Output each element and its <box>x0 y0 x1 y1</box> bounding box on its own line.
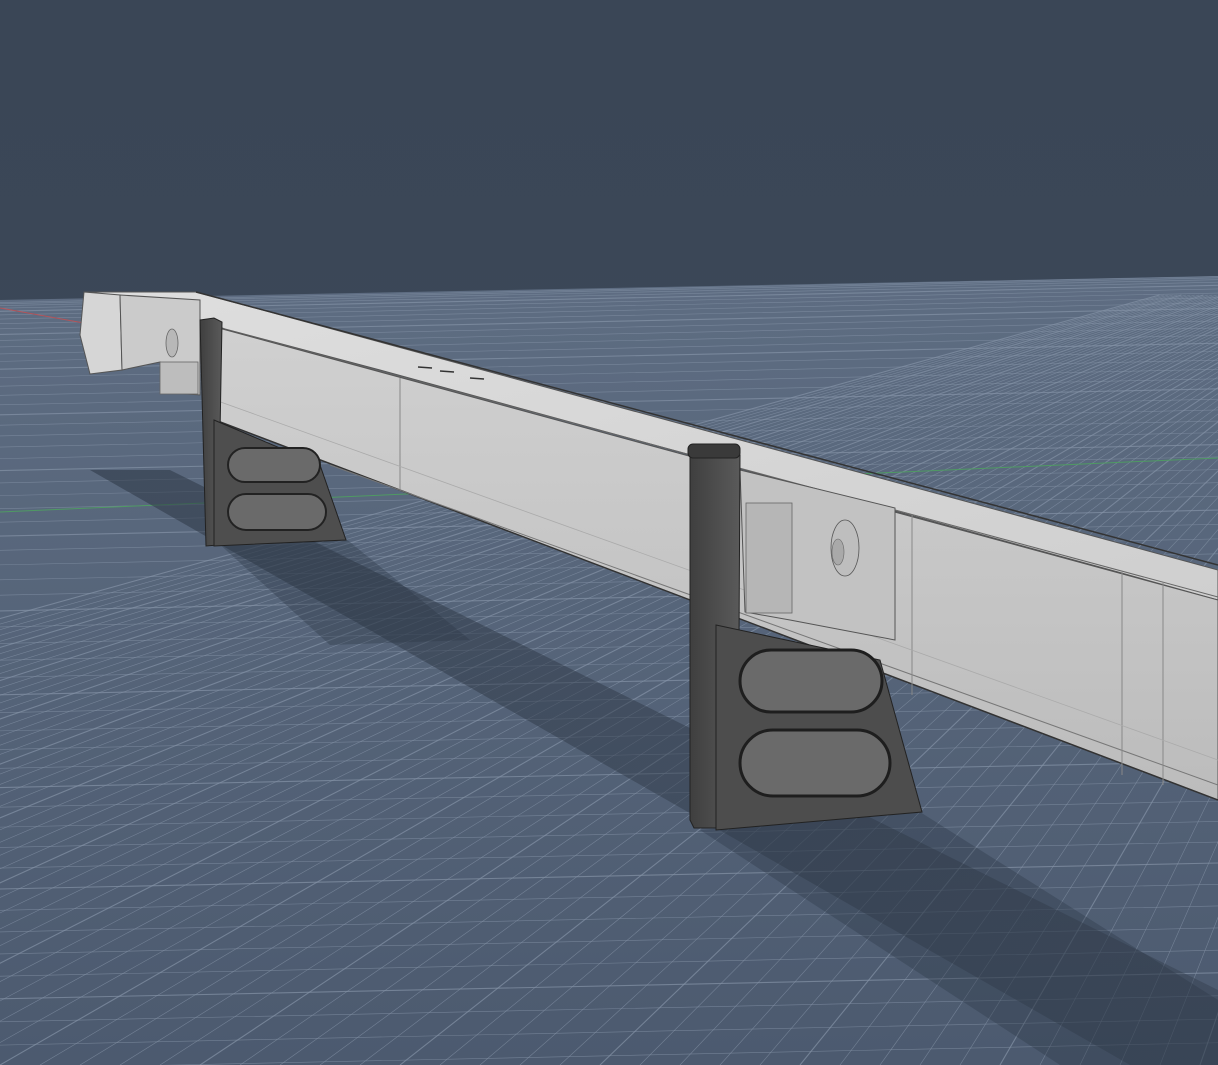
mount-screw-hole-inner <box>831 538 845 566</box>
end-screw-hole <box>165 328 179 358</box>
bracket-2-slot-upper <box>738 648 884 714</box>
rail-recess-pocket <box>745 502 793 614</box>
bracket-1-slot-upper <box>227 447 321 483</box>
bracket-2-post-cap <box>687 443 741 459</box>
3d-viewport[interactable] <box>0 0 1218 1065</box>
bracket-2-slot-lower <box>738 728 892 798</box>
bracket-1-slot-lower <box>227 493 327 531</box>
viewport-scene[interactable] <box>0 0 1218 1065</box>
rail-end-notch <box>159 361 199 395</box>
